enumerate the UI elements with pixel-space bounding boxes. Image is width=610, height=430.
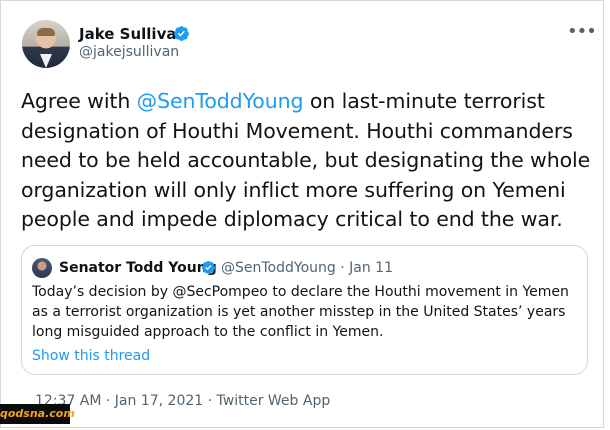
quoted-handle-date: @SenToddYoung · Jan 11 bbox=[221, 260, 393, 276]
tweet-text: Agree with @SenToddYoung on last-minute … bbox=[21, 87, 599, 235]
tweet-card: Jake Sullivan @jakejsullivan ••• Agree w… bbox=[0, 0, 604, 428]
author-avatar[interactable] bbox=[22, 20, 70, 68]
quoted-author-name: Senator Todd Young bbox=[59, 260, 217, 276]
avatar-hair bbox=[37, 28, 55, 36]
mention-link[interactable]: @SenToddYoung bbox=[137, 89, 304, 113]
more-options-icon[interactable]: ••• bbox=[567, 23, 597, 41]
quoted-tweet[interactable]: Senator Todd Young @SenToddYoung · Jan 1… bbox=[21, 245, 588, 375]
show-thread-link[interactable]: Show this thread bbox=[32, 348, 150, 364]
quoted-avatar[interactable] bbox=[32, 258, 52, 278]
author-name[interactable]: Jake Sullivan bbox=[79, 25, 187, 43]
quoted-verified-badge-icon bbox=[201, 260, 216, 275]
avatar-shirt bbox=[40, 54, 52, 68]
tweet-metadata[interactable]: 12:37 AM · Jan 17, 2021 · Twitter Web Ap… bbox=[35, 393, 330, 409]
watermark-logo: qodsna.com bbox=[0, 404, 75, 424]
author-handle[interactable]: @jakejsullivan bbox=[79, 44, 179, 60]
verified-badge-icon bbox=[174, 26, 189, 41]
tweet-text-prefix: Agree with bbox=[21, 89, 137, 113]
quoted-text: Today’s decision by @SecPompeo to declar… bbox=[32, 284, 569, 340]
